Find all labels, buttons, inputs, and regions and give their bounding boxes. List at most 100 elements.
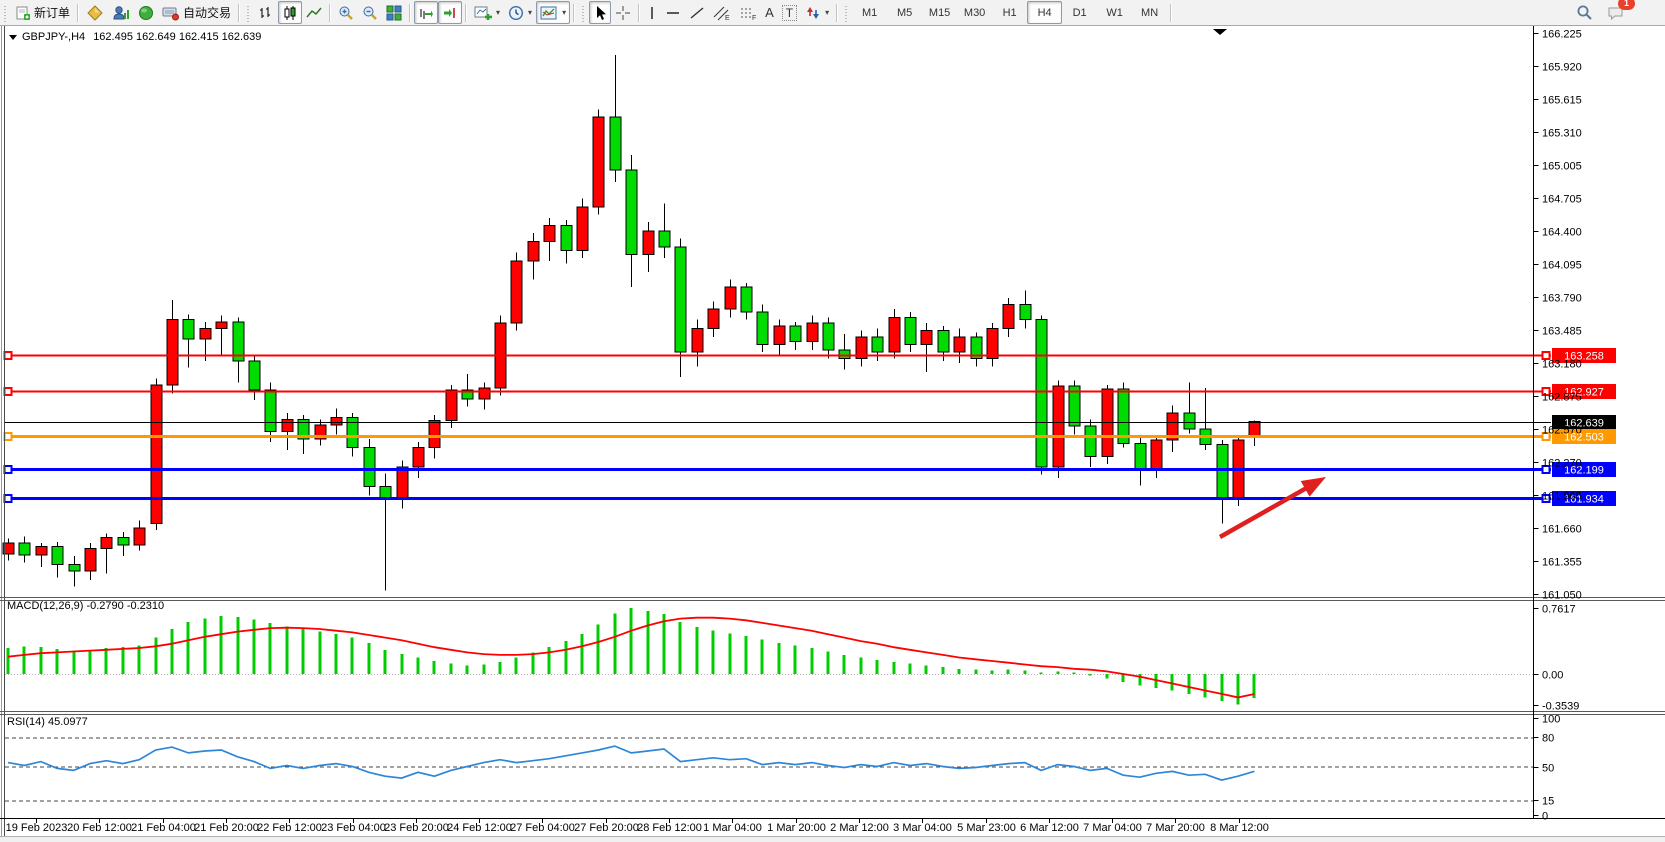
mt4-window: 新订单 自动交易 <box>0 0 1665 842</box>
dropdown-arrow-icon: ▾ <box>496 8 500 17</box>
time-tick-label: 1 Mar 04:00 <box>703 822 762 834</box>
market-watch-button[interactable] <box>108 1 134 24</box>
horizontal-line-tool-button[interactable] <box>661 1 685 24</box>
timeframe-h4-button[interactable]: H4 <box>1027 1 1062 24</box>
price-tick-label: 164.400 <box>1542 227 1582 239</box>
toolbar-separator <box>409 4 411 22</box>
timeframe-m5-button[interactable]: M5 <box>887 1 922 24</box>
toolbar-separator <box>238 4 240 22</box>
price-tick-label: 162.570 <box>1542 425 1582 437</box>
dropdown-arrow-icon: ▾ <box>562 8 566 17</box>
arrows-tool-button[interactable]: ▾ <box>801 1 833 24</box>
crosshair-icon <box>615 5 631 21</box>
rsi-tick-label: 80 <box>1542 733 1554 745</box>
text-label-tool-icon: T <box>782 5 797 21</box>
person-chart-icon <box>112 5 130 21</box>
indicators-button[interactable]: ▾ <box>536 1 570 24</box>
text-label-tool-button[interactable]: T <box>778 1 801 24</box>
time-tick-label: 6 Mar 12:00 <box>1020 822 1079 834</box>
toolbar-separator <box>329 4 331 22</box>
time-tick-label: 27 Feb 04:00 <box>510 822 575 834</box>
price-tick-label: 162.270 <box>1542 458 1582 470</box>
timeframe-m15-button[interactable]: M15 <box>922 1 957 24</box>
time-tick-label: 21 Feb 20:00 <box>194 822 259 834</box>
text-tool-button[interactable]: A <box>761 1 778 24</box>
auto-scroll-button[interactable] <box>414 1 438 24</box>
annotation-layer <box>1213 29 1326 537</box>
toolbar-separator <box>638 4 640 22</box>
dropdown-arrow-icon: ▾ <box>528 8 532 17</box>
chart-collapse-icon[interactable] <box>9 35 17 40</box>
trendline-tool-button[interactable] <box>685 1 709 24</box>
vertical-line-tool-button[interactable] <box>643 1 661 24</box>
candlestick-chart-button[interactable] <box>278 1 302 24</box>
timeframe-h1-button[interactable]: H1 <box>992 1 1027 24</box>
chart-ohlc-values: 162.495 162.649 162.415 162.639 <box>93 31 261 43</box>
new-order-button[interactable]: 新订单 <box>11 1 74 24</box>
timeframe-m30-button[interactable]: M30 <box>957 1 992 24</box>
price-tick-label: 165.615 <box>1542 95 1582 107</box>
auto-trading-label: 自动交易 <box>183 4 231 21</box>
cursor-tool-button[interactable] <box>589 1 611 24</box>
indicators-icon <box>540 5 558 21</box>
equidistant-channel-tool-button[interactable]: E <box>709 1 735 24</box>
price-tick-label: 164.095 <box>1542 260 1582 272</box>
auto-trading-button[interactable]: 自动交易 <box>158 1 235 24</box>
toolbar-drag-handle[interactable] <box>843 4 850 22</box>
price-tick-label: 162.875 <box>1542 392 1582 404</box>
quotes-button[interactable] <box>82 1 108 24</box>
vertical-line-icon <box>647 5 657 21</box>
price-tick-label: 163.180 <box>1542 359 1582 371</box>
price-tick-label: 161.965 <box>1542 491 1582 503</box>
timeframe-w1-button[interactable]: W1 <box>1097 1 1132 24</box>
toolbar-drag-handle[interactable] <box>245 4 252 22</box>
time-tick-label: 21 Feb 04:00 <box>131 822 196 834</box>
rsi-layer <box>5 738 1533 801</box>
arrows-icon <box>805 5 821 21</box>
toolbar-drag-handle[interactable] <box>2 4 9 22</box>
time-tick-label: 20 Feb 12:00 <box>67 822 132 834</box>
search-button[interactable] <box>1572 1 1597 24</box>
timeframe-m1-button[interactable]: M1 <box>852 1 887 24</box>
price-tick-label: 161.355 <box>1542 557 1582 569</box>
price-tick-label: 164.705 <box>1542 194 1582 206</box>
gold-tag-icon <box>86 5 104 21</box>
chart-canvas[interactable]: 163.258162.927162.639162.503162.199161.9… <box>0 0 1665 842</box>
timeframe-mn-button[interactable]: MN <box>1132 1 1167 24</box>
macd-tick-label: -0.3539 <box>1542 701 1579 713</box>
price-tick-label: 165.920 <box>1542 62 1582 74</box>
new-chart-button[interactable]: ▾ <box>470 1 504 24</box>
zoom-out-button[interactable] <box>358 1 382 24</box>
candles-layer <box>3 55 1260 590</box>
price-tick-label: 163.790 <box>1542 293 1582 305</box>
candlestick-icon <box>282 5 298 21</box>
crosshair-tool-button[interactable] <box>611 1 635 24</box>
toolbar-separator <box>836 4 838 22</box>
time-tick-label: 28 Feb 12:00 <box>637 822 702 834</box>
notifications-button[interactable]: 1 <box>1603 1 1629 24</box>
chart-shift-icon <box>442 5 458 21</box>
new-chart-icon <box>474 5 492 21</box>
profiles-button[interactable]: ▾ <box>504 1 536 24</box>
cursor-icon <box>593 5 607 21</box>
dropdown-arrow-icon: ▾ <box>825 8 829 17</box>
chart-title[interactable]: GBPJPY-,H4162.495 162.649 162.415 162.63… <box>9 31 261 43</box>
zoom-out-icon <box>362 5 378 21</box>
time-tick-label: 7 Mar 04:00 <box>1083 822 1142 834</box>
price-tick-label: 161.660 <box>1542 524 1582 536</box>
line-chart-button[interactable] <box>302 1 326 24</box>
bar-chart-button[interactable] <box>254 1 278 24</box>
toolbar-drag-handle[interactable] <box>580 4 587 22</box>
tile-windows-icon <box>386 5 402 21</box>
navigator-button[interactable] <box>134 1 158 24</box>
tile-windows-button[interactable] <box>382 1 406 24</box>
channel-icon: E <box>713 5 731 21</box>
macd-tick-label: 0.7617 <box>1542 604 1576 616</box>
fibonacci-tool-button[interactable]: F <box>735 1 761 24</box>
zoom-in-button[interactable] <box>334 1 358 24</box>
timeframe-d1-button[interactable]: D1 <box>1062 1 1097 24</box>
trendline-icon <box>689 5 705 21</box>
horizontal-line-icon <box>665 5 681 21</box>
chart-shift-button[interactable] <box>438 1 462 24</box>
macd-indicator-label: MACD(12,26,9) -0.2790 -0.2310 <box>7 600 164 612</box>
